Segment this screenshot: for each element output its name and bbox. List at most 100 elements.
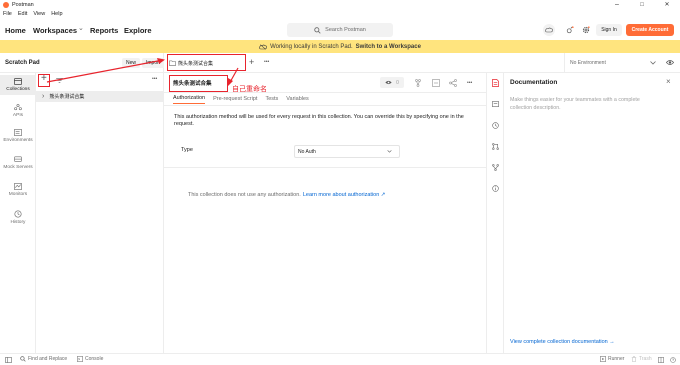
workspaces-chevron-down-icon[interactable]: ⌄ [78,24,84,32]
fork-icon[interactable] [415,79,421,87]
window-title: Postman [12,1,34,8]
nav-mock-servers-label: Mock Servers [3,165,33,170]
nav-environments-label: Environments [3,138,33,143]
status-bar: Find and Replace Console Runner Trash [0,353,680,365]
annotation-arrow-to-tab [46,58,165,83]
console-button[interactable]: Console [77,356,103,362]
history-icon [14,210,22,218]
changelog-icon[interactable] [492,122,499,129]
maximize-button[interactable]: □ [630,0,654,9]
tab-more-icon[interactable]: ••• [264,59,269,65]
scratch-pad-banner: Working locally in Scratch Pad. Switch t… [0,40,680,53]
satellite-icon[interactable] [564,24,576,36]
close-documentation-icon[interactable]: × [666,77,671,86]
right-sidebar [486,73,504,353]
learn-more-link[interactable]: Learn more about authorization ↗ [303,192,386,198]
environment-selector[interactable]: No Environment [564,53,680,73]
switch-workspace-link[interactable]: Switch to a Workspace [356,44,421,50]
minimize-button[interactable]: – [605,0,629,9]
trash-button[interactable]: Trash [631,356,652,362]
monitors-icon [14,183,22,190]
nav-home[interactable]: Home [5,26,26,35]
tab-tests[interactable]: Tests [265,96,278,102]
sync-icon[interactable] [543,24,555,36]
nav-history[interactable]: History [0,210,36,226]
help-icon[interactable] [670,357,676,363]
nav-collections[interactable]: Collections [0,75,36,95]
menu-bar: File Edit View Help [0,9,680,19]
no-auth-message: This collection does not use any authori… [188,192,385,198]
new-tab-button[interactable]: + [249,57,254,67]
nav-history-label: History [10,220,26,225]
title-bar: Postman – □ ✕ [0,0,680,9]
pull-requests-icon[interactable] [492,143,499,150]
watch-button[interactable]: 0 [380,77,404,88]
nav-workspaces[interactable]: Workspaces [33,26,77,35]
forks-icon[interactable] [492,164,499,171]
settings-gear-icon[interactable] [580,24,592,36]
runner-icon [600,356,606,362]
postman-logo-icon [3,2,9,8]
info-icon[interactable] [492,185,499,192]
menu-file[interactable]: File [3,11,12,17]
cloud-off-icon [259,43,267,50]
environment-label: No Environment [570,60,606,66]
menu-help[interactable]: Help [51,11,62,17]
environments-icon [14,129,22,136]
view-documentation-link[interactable]: View complete collection documentation → [510,339,615,345]
auth-type-select[interactable]: No Auth [294,145,400,158]
chevron-down-icon [650,61,656,65]
merge-icon[interactable] [432,79,440,87]
documentation-icon[interactable] [492,79,499,87]
collection-item[interactable]: › 熊头条测试合集 [36,91,164,102]
mock-servers-icon [14,156,22,162]
menu-view[interactable]: View [33,11,45,17]
find-replace-label: Find and Replace [28,356,68,362]
apis-icon [14,104,22,111]
comments-icon[interactable] [492,101,499,108]
auth-type-value: No Auth [298,148,316,155]
nav-mock-servers[interactable]: Mock Servers [0,156,36,172]
layout-icon[interactable] [658,357,664,363]
find-replace-button[interactable]: Find and Replace [20,356,67,362]
chevron-down-icon [387,150,392,153]
no-auth-text: This collection does not use any authori… [188,192,301,198]
eye-icon[interactable] [666,59,674,66]
collections-icon [14,78,22,85]
share-icon[interactable] [449,79,457,87]
documentation-description[interactable]: Make things easier for your teammates wi… [510,96,660,112]
collections-panel: + ••• [36,73,164,353]
nav-apis[interactable]: APIs [0,104,36,120]
app-header: Home Workspaces ⌄ Reports Explore Search… [0,19,680,41]
banner-text: Working locally in Scratch Pad. [270,43,353,50]
trash-icon [631,356,637,362]
search-input[interactable]: Search Postman [287,23,393,37]
documentation-panel: Documentation × Make things easier for y… [504,73,680,353]
nav-reports[interactable]: Reports [90,26,118,35]
request-more-icon[interactable]: ••• [467,80,472,86]
close-button[interactable]: ✕ [655,0,679,9]
annotation-rename-label: 自己重命名 [232,86,267,93]
auth-info-text: This authorization method will be used f… [174,114,464,127]
auth-type-label: Type [181,147,193,153]
tab-pre-request-script[interactable]: Pre-request Script [213,96,257,102]
search-icon [20,356,26,362]
toggle-sidebar-icon[interactable] [5,357,12,363]
menu-edit[interactable]: Edit [18,11,27,17]
collection-chevron-right-icon[interactable]: › [42,93,44,100]
create-account-button[interactable]: Create Account [626,24,674,36]
nav-environments[interactable]: Environments [0,129,36,145]
annotation-box-name [169,75,228,92]
tab-variables[interactable]: Variables [286,96,309,102]
nav-apis-label: APIs [12,113,24,118]
sign-in-button[interactable]: Sign In [596,24,622,36]
tab-authorization[interactable]: Authorization [173,95,206,104]
runner-button[interactable]: Runner [600,356,624,362]
search-placeholder: Search Postman [325,27,366,33]
console-icon [77,356,83,362]
nav-monitors[interactable]: Monitors [0,183,36,199]
nav-explore[interactable]: Explore [124,26,152,35]
collection-item-label: 熊头条测试合集 [49,94,85,100]
eye-icon [385,80,392,85]
runner-label: Runner [608,356,625,362]
